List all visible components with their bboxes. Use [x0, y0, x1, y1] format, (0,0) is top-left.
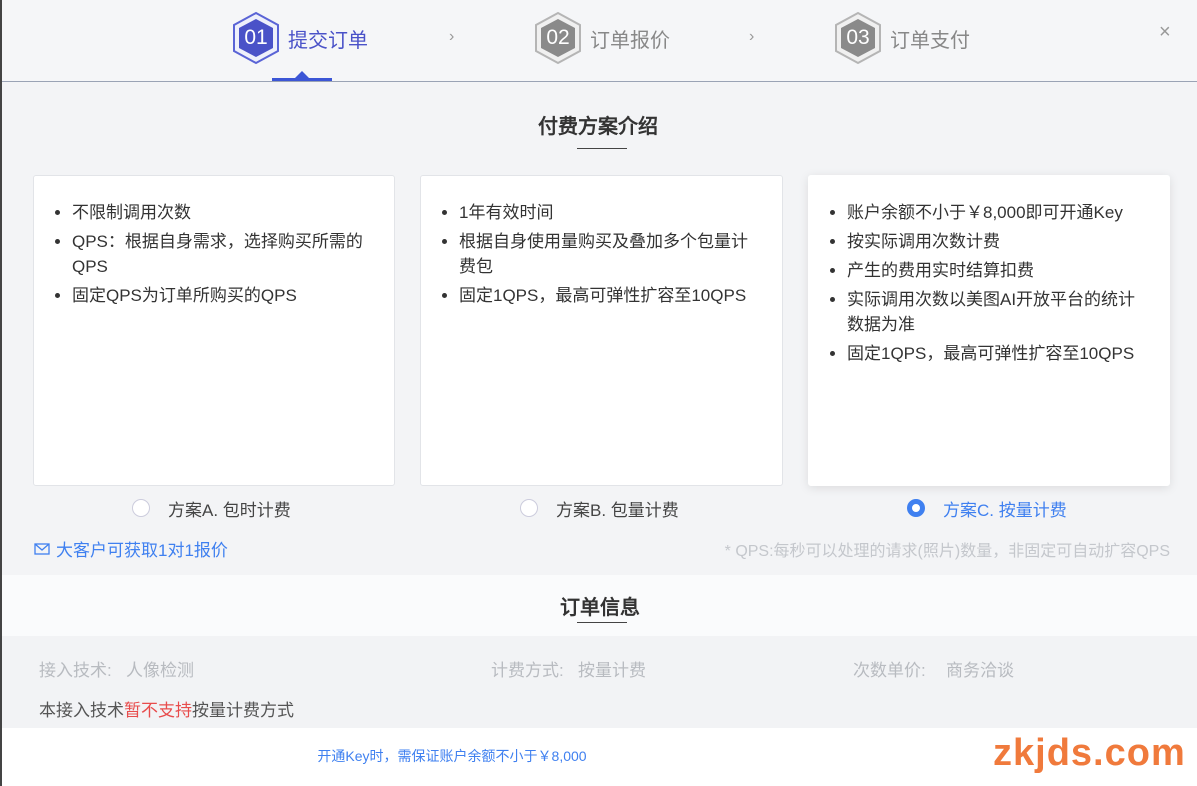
step-order-payment[interactable]: 03 订单支付 [834, 10, 970, 66]
order-section-title: 订单信息 [560, 597, 640, 619]
list-item: 固定1QPS，最高可弹性扩容至10QPS [459, 283, 758, 308]
list-item: 产生的费用实时结算扣费 [847, 258, 1145, 283]
plan-option-label: 方案A. 包时计费 [168, 500, 291, 520]
plan-card-b[interactable]: 1年有效时间 根据自身使用量购买及叠加多个包量计费包 固定1QPS，最高可弹性扩… [420, 175, 783, 486]
step-number: 01 [244, 26, 268, 49]
billing-value: 按量计费 [578, 661, 646, 680]
plan-section-title: 付费方案介绍 [538, 116, 658, 138]
billing-label: 计费方式: [491, 661, 564, 680]
plan-option-b[interactable]: 方案B. 包量计费 [520, 496, 679, 520]
section-divider [577, 622, 627, 623]
step-order-quote[interactable]: 02 订单报价 [534, 10, 670, 66]
list-item: 账户余额不小于￥8,000即可开通Key [847, 200, 1145, 225]
plan-card-c[interactable]: 账户余额不小于￥8,000即可开通Key 按实际调用次数计费 产生的费用实时结算… [808, 175, 1170, 486]
list-item: 实际调用次数以美图AI开放平台的统计数据为准 [847, 287, 1145, 337]
qps-footnote: * QPS:每秒可以处理的请求(照片)数量，非固定可自动扩容QPS [724, 543, 1170, 560]
enterprise-quote-text: 大客户可获取1对1报价 [56, 541, 228, 560]
step-header: 01 提交订单 › 02 订单报价 › 03 订单支付 × [2, 0, 1197, 82]
list-item: 固定1QPS，最高可弹性扩容至10QPS [847, 341, 1145, 366]
unit-price-value: 商务洽谈 [946, 661, 1014, 680]
list-item: 不限制调用次数 [72, 200, 370, 225]
unsupported-warning: 本接入技术暂不支持按量计费方式 [39, 696, 294, 721]
active-step-caret-icon [294, 71, 310, 79]
order-info-panel: 接入技术: 人像检测 计费方式: 按量计费 次数单价: 商务洽谈 本接入技术暂不… [2, 636, 1197, 728]
step-hexagon-icon: 02 [534, 11, 582, 65]
mail-icon [34, 542, 50, 555]
radio-button[interactable] [132, 499, 150, 517]
unit-price-label: 次数单价: [853, 661, 926, 680]
footer-balance-note: 开通Key时，需保证账户余额不小于￥8,000 [317, 748, 587, 764]
step-number: 03 [846, 26, 870, 49]
radio-button-selected[interactable] [907, 499, 925, 517]
plan-option-a[interactable]: 方案A. 包时计费 [132, 496, 291, 520]
list-item: 根据自身使用量购买及叠加多个包量计费包 [459, 229, 758, 279]
tech-label: 接入技术: [39, 661, 112, 680]
step-label: 提交订单 [288, 29, 368, 52]
step-label: 订单报价 [590, 29, 670, 52]
step-submit-order[interactable]: 01 提交订单 [232, 10, 368, 66]
plan-option-label: 方案C. 按量计费 [943, 500, 1067, 520]
close-icon[interactable]: × [1159, 22, 1171, 42]
step-hexagon-icon: 03 [834, 11, 882, 65]
tech-value: 人像检测 [126, 661, 194, 680]
step-hexagon-icon: 01 [232, 11, 280, 65]
section-divider [577, 148, 627, 149]
list-item: 按实际调用次数计费 [847, 229, 1145, 254]
list-item: 1年有效时间 [459, 200, 758, 225]
warning-prefix: 本接入技术 [39, 701, 124, 720]
radio-button[interactable] [520, 499, 538, 517]
chevron-right-icon: › [749, 28, 755, 45]
list-item: QPS：根据自身需求，选择购买所需的QPS [72, 229, 370, 279]
warning-highlight: 暂不支持 [124, 701, 192, 720]
warning-suffix: 按量计费方式 [192, 701, 294, 720]
step-number: 02 [546, 26, 570, 49]
enterprise-quote-link[interactable]: 大客户可获取1对1报价 [34, 536, 228, 561]
plan-option-c[interactable]: 方案C. 按量计费 [907, 496, 1067, 520]
plan-feature-list: 不限制调用次数 QPS：根据自身需求，选择购买所需的QPS 固定QPS为订单所购… [34, 176, 394, 308]
plan-card-a[interactable]: 不限制调用次数 QPS：根据自身需求，选择购买所需的QPS 固定QPS为订单所购… [33, 175, 395, 486]
chevron-right-icon: › [449, 28, 455, 45]
plan-feature-list: 1年有效时间 根据自身使用量购买及叠加多个包量计费包 固定1QPS，最高可弹性扩… [421, 176, 782, 308]
list-item: 固定QPS为订单所购买的QPS [72, 283, 370, 308]
plan-option-label: 方案B. 包量计费 [556, 500, 679, 520]
step-label: 订单支付 [890, 29, 970, 52]
plan-feature-list: 账户余额不小于￥8,000即可开通Key 按实际调用次数计费 产生的费用实时结算… [809, 176, 1169, 366]
watermark-logo: zkjds.com [993, 732, 1186, 774]
